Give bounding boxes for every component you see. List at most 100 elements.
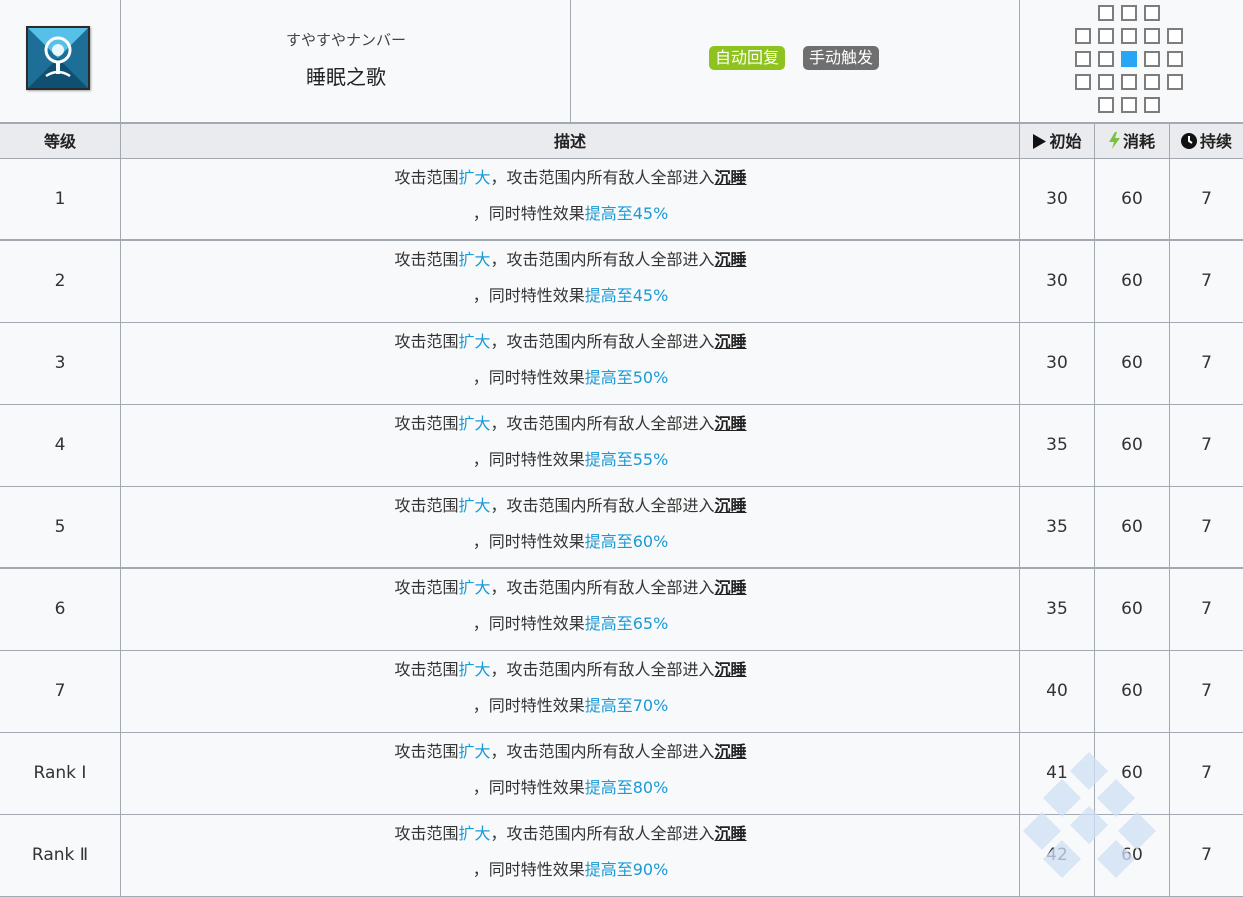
table-row: 7 攻击范围扩大，攻击范围内所有敌人全部进入沉睡 ，同时特性效果提高至70% 40 60…: [0, 651, 1243, 733]
desc-line-1: 攻击范围扩大，攻击范围内所有敌人全部进入沉睡: [121, 413, 1020, 435]
desc-text: 攻击范围: [394, 824, 459, 843]
cell-desc: 攻击范围扩大，攻击范围内所有敌人全部进入沉睡 ，同时特性效果提高至90%: [121, 815, 1020, 896]
cell-init-sp: 30: [1020, 159, 1095, 240]
desc-line-1: 攻击范围扩大，攻击范围内所有敌人全部进入沉睡: [121, 659, 1020, 681]
desc-text: 攻击范围: [394, 742, 459, 761]
cell-duration: 7: [1201, 435, 1212, 455]
cell-init-sp: 35: [1020, 405, 1095, 486]
cell-desc: 攻击范围扩大，攻击范围内所有敌人全部进入沉睡 ，同时特性效果提高至45%: [121, 159, 1020, 240]
range-cell: [1144, 5, 1160, 21]
cell-duration: 7: [1201, 763, 1212, 783]
skill-icon-cell: [0, 0, 121, 122]
desc-text: ，同时特性效果: [472, 696, 585, 715]
cell-level: 2: [0, 241, 121, 322]
cell-duration: 7: [1201, 189, 1212, 209]
desc-highlight: 扩大: [458, 250, 491, 269]
desc-highlight: 扩大: [458, 578, 491, 597]
table-row: 4 攻击范围扩大，攻击范围内所有敌人全部进入沉睡 ，同时特性效果提高至55% 35 60…: [0, 405, 1243, 487]
range-cell: [1144, 28, 1160, 44]
desc-line-1: 攻击范围扩大，攻击范围内所有敌人全部进入沉睡: [121, 167, 1020, 189]
table-row: Rank Ⅱ 攻击范围扩大，攻击范围内所有敌人全部进入沉睡 ，同时特性效果提高至90…: [0, 815, 1243, 897]
cell-sp-cost: 60: [1095, 405, 1170, 486]
range-cell: [1121, 5, 1137, 21]
desc-term-link[interactable]: 沉睡: [715, 168, 747, 187]
desc-text: ，攻击范围内所有敌人全部进入: [490, 660, 715, 679]
desc-text: ，攻击范围内所有敌人全部进入: [490, 496, 715, 515]
skill-subtitle: すやすやナンバー: [285, 31, 406, 49]
cell-init-sp: 30: [1020, 323, 1095, 404]
range-cell: [1167, 51, 1183, 67]
desc-text: ，攻击范围内所有敌人全部进入: [490, 742, 715, 761]
desc-text: ，同时特性效果: [472, 286, 585, 305]
cell-duration: 7: [1201, 517, 1212, 537]
desc-highlight: 扩大: [458, 168, 491, 187]
table-row: Rank Ⅰ 攻击范围扩大，攻击范围内所有敌人全部进入沉睡 ，同时特性效果提高至80…: [0, 733, 1243, 815]
skill-header: すやすやナンバー 睡眠之歌 自动回复 手动触发: [0, 0, 1243, 122]
desc-term-link[interactable]: 沉睡: [715, 250, 747, 269]
cell-duration: 7: [1201, 353, 1212, 373]
desc-text: ，同时特性效果: [472, 532, 585, 551]
desc-highlight: 提高至65%: [584, 614, 669, 633]
desc-text: 攻击范围: [394, 496, 459, 515]
range-cell: [1144, 51, 1160, 67]
desc-line-1: 攻击范围扩大，攻击范围内所有敌人全部进入沉睡: [121, 741, 1020, 763]
desc-highlight: 提高至60%: [584, 532, 669, 551]
desc-highlight: 扩大: [458, 414, 491, 433]
desc-term-link[interactable]: 沉睡: [715, 414, 747, 433]
cell-init-sp: 35: [1020, 487, 1095, 568]
desc-line-1: 攻击范围扩大，攻击范围内所有敌人全部进入沉睡: [121, 331, 1020, 353]
cell-level: 5: [0, 487, 121, 568]
desc-line-1: 攻击范围扩大，攻击范围内所有敌人全部进入沉睡: [121, 577, 1020, 599]
range-cell: [1098, 28, 1114, 44]
attack-range-cell: [1020, 0, 1243, 122]
desc-term-link[interactable]: 沉睡: [715, 660, 747, 679]
desc-text: 攻击范围: [394, 250, 459, 269]
cell-sp-cost: 60: [1095, 159, 1170, 240]
desc-text: ，攻击范围内所有敌人全部进入: [490, 414, 715, 433]
desc-text: ，攻击范围内所有敌人全部进入: [490, 168, 715, 187]
cell-sp-cost: 60: [1095, 323, 1170, 404]
desc-line-2: ，同时特性效果提高至60%: [121, 531, 1020, 553]
desc-highlight: 提高至55%: [584, 450, 669, 469]
cell-desc: 攻击范围扩大，攻击范围内所有敌人全部进入沉睡 ，同时特性效果提高至60%: [121, 487, 1020, 568]
range-cell: [1098, 51, 1114, 67]
desc-text: ，同时特性效果: [472, 204, 585, 223]
cell-init-sp: 41: [1020, 733, 1095, 814]
desc-text: 攻击范围: [394, 660, 459, 679]
range-cell-self: [1121, 51, 1137, 67]
desc-term-link[interactable]: 沉睡: [715, 578, 747, 597]
cell-desc: 攻击范围扩大，攻击范围内所有敌人全部进入沉睡 ，同时特性效果提高至55%: [121, 405, 1020, 486]
range-cell: [1167, 28, 1183, 44]
desc-text: ，攻击范围内所有敌人全部进入: [490, 250, 715, 269]
range-cell: [1098, 5, 1114, 21]
cell-sp-cost: 60: [1095, 241, 1170, 322]
table-row: 3 攻击范围扩大，攻击范围内所有敌人全部进入沉睡 ，同时特性效果提高至50% 30 60…: [0, 323, 1243, 405]
desc-highlight: 提高至70%: [584, 696, 669, 715]
table-row: 2 攻击范围扩大，攻击范围内所有敌人全部进入沉睡 ，同时特性效果提高至45% 30 60…: [0, 241, 1243, 323]
desc-text: ，攻击范围内所有敌人全部进入: [490, 332, 715, 351]
cell-init-sp: 35: [1020, 569, 1095, 650]
cell-level: 3: [0, 323, 121, 404]
cell-desc: 攻击范围扩大，攻击范围内所有敌人全部进入沉睡 ，同时特性效果提高至45%: [121, 241, 1020, 322]
desc-line-1: 攻击范围扩大，攻击范围内所有敌人全部进入沉睡: [121, 495, 1020, 517]
cell-sp-cost: 60: [1095, 487, 1170, 568]
desc-term-link[interactable]: 沉睡: [715, 824, 747, 843]
skill-name-cell: すやすやナンバー 睡眠之歌: [121, 0, 571, 122]
desc-term-link[interactable]: 沉睡: [715, 496, 747, 515]
desc-highlight: 提高至45%: [584, 286, 669, 305]
desc-term-link[interactable]: 沉睡: [715, 742, 747, 761]
header-dur-label: 持续: [1199, 132, 1232, 151]
range-cell: [1075, 51, 1091, 67]
desc-highlight: 提高至50%: [584, 368, 669, 387]
desc-term-link[interactable]: 沉睡: [715, 332, 747, 351]
cell-level: Rank Ⅱ: [0, 815, 121, 896]
cell-desc: 攻击范围扩大，攻击范围内所有敌人全部进入沉睡 ，同时特性效果提高至80%: [121, 733, 1020, 814]
desc-text: ，同时特性效果: [472, 614, 585, 633]
desc-highlight: 扩大: [458, 660, 491, 679]
table-header: 等级 描述 初始 消耗 持续: [0, 122, 1243, 159]
desc-line-2: ，同时特性效果提高至50%: [121, 367, 1020, 389]
desc-line-1: 攻击范围扩大，攻击范围内所有敌人全部进入沉睡: [121, 249, 1020, 271]
desc-highlight: 提高至80%: [584, 778, 669, 797]
table-row: 5 攻击范围扩大，攻击范围内所有敌人全部进入沉睡 ，同时特性效果提高至60% 35 60…: [0, 487, 1243, 569]
desc-text: ，攻击范围内所有敌人全部进入: [490, 578, 715, 597]
